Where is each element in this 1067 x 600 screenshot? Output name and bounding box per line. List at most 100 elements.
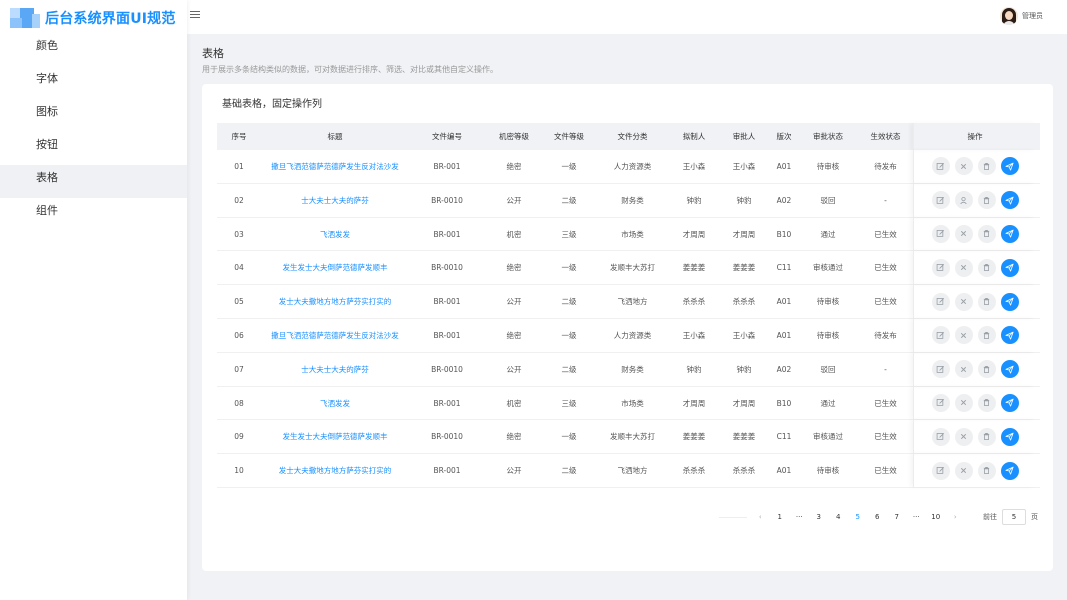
edit-icon [936,365,945,374]
cell-effective-status: - [884,364,887,374]
cell-drafter: 才周周 [682,398,706,408]
cell-title[interactable]: 士大夫士大夫的萨芬 [261,353,409,386]
edit-button[interactable] [931,461,950,480]
sidebar-item-component[interactable]: 组件 [0,198,187,231]
cell-doc-number: BR-0010 [431,195,463,205]
next-page-button[interactable]: › [946,509,966,525]
page-number[interactable]: 3 [809,509,829,525]
sidebar-item-icon[interactable]: 图标 [0,99,187,132]
cell-doc-number: BR-001 [433,330,461,340]
cell-doc-number: BR-0010 [431,364,463,374]
cell-doc-level: 三级 [561,229,577,239]
cell-title[interactable]: 发士大夫撒地方地方萨芬实打实的 [261,454,409,487]
assign-user-button[interactable] [954,191,973,210]
send-button[interactable] [1000,191,1019,210]
cell-title[interactable]: 撒旦飞洒范德萨范德萨发生反对法沙发 [261,150,409,183]
cell-doc-level: 二级 [561,297,577,307]
cell-title[interactable]: 发士大夫撒地方地方萨芬实打实的 [261,285,409,318]
user-menu[interactable]: 管理员 [1000,7,1043,25]
send-button[interactable] [1000,292,1019,311]
cell-title[interactable]: 发生发士大夫倒萨范德萨发顺丰 [261,420,409,453]
cell-title[interactable]: 飞洒发发 [261,218,409,251]
send-button[interactable] [1000,224,1019,243]
edit-button[interactable] [931,427,950,446]
cell-title[interactable]: 士大夫士大夫的萨芬 [261,184,409,217]
sidebar-item-color[interactable]: 颜色 [0,33,187,66]
delete-button[interactable] [977,191,996,210]
cell-approval-status: 待审核 [816,466,840,476]
sidebar-item-button[interactable]: 按钮 [0,132,187,165]
cell-seq: 06 [234,330,244,340]
edit-icon [936,398,945,407]
cell-actions [913,217,1036,251]
page-number[interactable]: 1 [770,509,790,525]
page-ellipsis[interactable]: ··· [907,509,927,525]
edit-button[interactable] [931,191,950,210]
close-icon [959,398,968,407]
pagination-divider [718,516,747,518]
close-button[interactable] [954,224,973,243]
close-button[interactable] [954,360,973,379]
send-button[interactable] [1000,360,1019,379]
cell-seq: 08 [234,398,244,408]
close-button[interactable] [954,393,973,412]
app-logo[interactable]: 后台系统界面UI规范 [10,7,176,29]
send-button[interactable] [1000,157,1019,176]
edit-button[interactable] [931,326,950,345]
delete-button[interactable] [977,258,996,277]
edit-button[interactable] [931,360,950,379]
sidebar-item-table[interactable]: 表格 [0,165,187,198]
page-list: 1 ··· 3 4 5 6 7 ··· 10 [770,509,946,525]
page-ellipsis[interactable]: ··· [790,509,810,525]
close-button[interactable] [954,157,973,176]
close-button[interactable] [954,461,973,480]
close-button[interactable] [954,292,973,311]
send-icon [1005,229,1014,238]
send-button[interactable] [1000,427,1019,446]
send-button[interactable] [1000,461,1019,480]
page-number[interactable]: 5 [848,509,868,525]
edit-button[interactable] [931,157,950,176]
edit-button[interactable] [931,292,950,311]
table-row: 01 撒旦飞洒范德萨范德萨发生反对法沙发 BR-001 绝密 一级 人力资源类 王小森 王小森… [217,150,1040,184]
cell-version: A01 [776,466,792,476]
delete-button[interactable] [977,427,996,446]
prev-page-button[interactable]: ‹ [751,509,771,525]
send-button[interactable] [1000,326,1019,345]
goto-page-input[interactable]: 5 [1002,509,1026,525]
cell-title[interactable]: 飞洒发发 [261,387,409,420]
send-button[interactable] [1000,393,1019,412]
delete-button[interactable] [977,157,996,176]
sidebar-item-font[interactable]: 字体 [0,66,187,99]
page-number[interactable]: 7 [887,509,907,525]
close-button[interactable] [954,258,973,277]
close-button[interactable] [954,326,973,345]
edit-icon [936,466,945,475]
page-number[interactable]: 10 [926,509,946,525]
send-button[interactable] [1000,258,1019,277]
cell-title[interactable]: 撒旦飞洒范德萨范德萨发生反对法沙发 [261,319,409,352]
edit-button[interactable] [931,258,950,277]
cell-doc-number: BR-0010 [431,263,463,273]
delete-button[interactable] [977,292,996,311]
delete-button[interactable] [977,326,996,345]
delete-button[interactable] [977,224,996,243]
close-icon [959,297,968,306]
cell-approver: 杀杀杀 [732,466,756,476]
page-number[interactable]: 6 [868,509,888,525]
cell-seq: 09 [234,432,244,442]
edit-icon [936,331,945,340]
close-button[interactable] [954,427,973,446]
card-title: 基础表格，固定操作列 [222,99,322,110]
cell-doc-level: 一级 [561,330,577,340]
delete-button[interactable] [977,360,996,379]
edit-button[interactable] [931,224,950,243]
cell-effective-status: 已生效 [874,263,897,273]
page-number[interactable]: 4 [829,509,849,525]
edit-icon [936,162,945,171]
delete-button[interactable] [977,393,996,412]
edit-button[interactable] [931,393,950,412]
delete-button[interactable] [977,461,996,480]
menu-toggle-icon[interactable] [190,11,200,21]
cell-title[interactable]: 发生发士大夫倒萨范德萨发顺丰 [261,251,409,284]
